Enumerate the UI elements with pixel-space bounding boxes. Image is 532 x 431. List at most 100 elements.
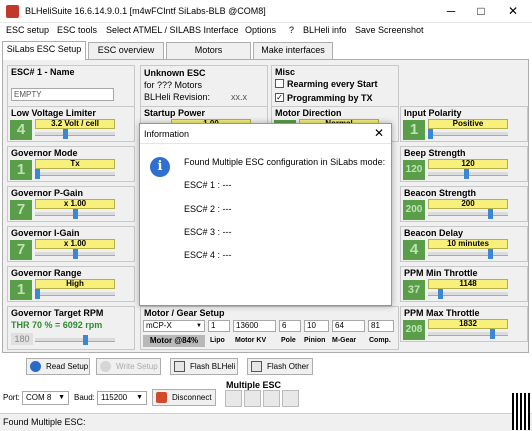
menu-options[interactable]: Options xyxy=(245,25,276,35)
slider-thumb[interactable] xyxy=(438,289,443,299)
beep-strength-slider[interactable] xyxy=(428,169,508,179)
status-bar: Found Multiple ESC: xyxy=(0,393,532,431)
tab-silabs-esc-setup[interactable]: SiLabs ESC Setup xyxy=(2,41,86,60)
menu-esc-setup[interactable]: ESC setup xyxy=(6,25,49,35)
read-icon xyxy=(30,361,41,372)
esc-name-input[interactable]: EMPTY xyxy=(11,88,114,101)
programming-tx-label: Programming by TX xyxy=(287,93,373,103)
dialog-esc-line: ESC# 3 : --- xyxy=(184,227,232,237)
governor-mode-slider[interactable] xyxy=(35,169,115,179)
ppm-min-slider[interactable] xyxy=(428,289,508,299)
status-text: Found Multiple ESC: xyxy=(3,417,86,427)
esc-type: Unknown ESC xyxy=(144,68,206,78)
ppm-min-value: 1148 xyxy=(428,279,508,289)
read-setup-button[interactable]: Read Setup xyxy=(26,358,90,375)
flash-other-button[interactable]: Flash Other xyxy=(247,358,313,375)
disconnect-button[interactable]: Disconnect xyxy=(152,389,216,406)
menu-interface[interactable]: Select ATMEL / SILABS Interface xyxy=(106,25,239,35)
governor-range-panel: Governor Range 1 High xyxy=(7,266,135,302)
pole-input[interactable]: 6 xyxy=(279,320,301,332)
beacon-strength-index: 200 xyxy=(403,200,425,220)
tab-esc-overview[interactable]: ESC overview xyxy=(88,42,164,59)
esc-slot-1[interactable] xyxy=(225,390,242,407)
slider-thumb[interactable] xyxy=(73,249,78,259)
chevron-down-icon: ▼ xyxy=(58,394,65,401)
esc-slot-4[interactable] xyxy=(282,390,299,407)
menu-esc-tools[interactable]: ESC tools xyxy=(57,25,97,35)
esc-slot-3[interactable] xyxy=(263,390,280,407)
ppm-min-panel: PPM Min Throttle 37 1148 xyxy=(400,266,528,302)
slider-thumb[interactable] xyxy=(83,335,88,345)
comp-input[interactable]: 81 xyxy=(368,320,394,332)
ppm-max-value: 1832 xyxy=(428,319,508,329)
beacon-delay-index: 4 xyxy=(403,240,425,260)
baud-value: 115200 xyxy=(101,393,128,402)
governor-p-gain-slider[interactable] xyxy=(35,209,115,219)
governor-p-gain-label: Governor P-Gain xyxy=(11,188,84,198)
slider-thumb[interactable] xyxy=(488,249,493,259)
baud-select[interactable]: 115200 ▼ xyxy=(97,391,147,405)
disconnect-label: Disconnect xyxy=(172,393,212,402)
beep-strength-label: Beep Strength xyxy=(404,148,466,158)
pinion-input[interactable]: 10 xyxy=(304,320,329,332)
slider-thumb[interactable] xyxy=(35,289,40,299)
ppm-max-panel: PPM Max Throttle 208 1832 xyxy=(400,306,528,342)
low-voltage-index: 4 xyxy=(10,120,32,140)
multiple-esc-label: Multiple ESC xyxy=(226,380,282,390)
tab-motors[interactable]: Motors xyxy=(166,42,251,59)
slider-thumb[interactable] xyxy=(73,209,78,219)
lipo-label: Lipo xyxy=(210,337,225,344)
esc-motors: for ??? Motors xyxy=(144,80,203,90)
ppm-max-slider[interactable] xyxy=(428,329,508,339)
slider-thumb[interactable] xyxy=(35,169,40,179)
esc-name-label: ESC# 1 - Name xyxy=(11,67,75,77)
input-polarity-slider[interactable] xyxy=(428,129,508,139)
slider-thumb[interactable] xyxy=(490,329,495,339)
governor-mode-index: 1 xyxy=(10,160,32,180)
menu-blheli-info[interactable]: BLHeli info xyxy=(303,25,347,35)
flash-blheli-button[interactable]: Flash BLHeli xyxy=(170,358,238,375)
menu-bar: ESC setup ESC tools Select ATMEL / SILAB… xyxy=(0,23,532,39)
esc-slot-2[interactable] xyxy=(244,390,261,407)
motor-model-select[interactable]: mCP-X ▼ xyxy=(143,320,205,332)
lipo-input[interactable]: 1 xyxy=(208,320,230,332)
slider-thumb[interactable] xyxy=(428,129,433,139)
information-dialog: Information ✕ i Found Multiple ESC confi… xyxy=(139,123,392,306)
governor-i-gain-slider[interactable] xyxy=(35,249,115,259)
low-voltage-label: Low Voltage Limiter xyxy=(11,108,96,118)
governor-mode-panel: Governor Mode 1 Tx xyxy=(7,146,135,182)
menu-save-screenshot[interactable]: Save Screenshot xyxy=(355,25,424,35)
disconnect-icon xyxy=(156,392,167,403)
pinion-label: Pinion xyxy=(304,337,326,344)
rearming-checkbox[interactable] xyxy=(275,79,284,88)
mgear-input[interactable]: 64 xyxy=(332,320,365,332)
slider-thumb[interactable] xyxy=(464,169,469,179)
baud-label: Baud: xyxy=(74,393,95,402)
port-select[interactable]: COM 8 ▼ xyxy=(22,391,69,405)
write-icon xyxy=(100,361,111,372)
ppm-max-label: PPM Max Throttle xyxy=(404,308,480,318)
motor-kv-input[interactable]: 13600 xyxy=(233,320,276,332)
menu-help[interactable]: ? xyxy=(289,25,294,35)
slider-thumb[interactable] xyxy=(488,209,493,219)
governor-i-gain-index: 7 xyxy=(10,240,32,260)
write-setup-button[interactable]: Write Setup xyxy=(96,358,161,375)
low-voltage-slider[interactable] xyxy=(35,129,115,139)
port-row: Multiple ESC Port: COM 8 ▼ Baud: 115200 ▼ … xyxy=(0,380,532,413)
governor-p-gain-panel: Governor P-Gain 7 x 1.00 xyxy=(7,186,135,222)
governor-range-slider[interactable] xyxy=(35,289,115,299)
tab-make-interfaces[interactable]: Make interfaces xyxy=(253,42,333,59)
close-icon[interactable]: ✕ xyxy=(500,3,526,20)
slider-thumb[interactable] xyxy=(63,129,68,139)
beacon-strength-slider[interactable] xyxy=(428,209,508,219)
programming-tx-checkbox[interactable]: ✓ xyxy=(275,93,284,102)
beep-strength-value: 120 xyxy=(428,159,508,169)
minimize-icon[interactable]: ─ xyxy=(438,3,464,20)
maximize-icon[interactable]: □ xyxy=(468,3,494,20)
flash-icon xyxy=(174,361,185,372)
flash-icon xyxy=(251,361,262,372)
input-polarity-panel: Input Polarity 1 Positive xyxy=(400,106,528,142)
dialog-close-icon[interactable]: ✕ xyxy=(374,126,384,140)
beacon-delay-slider[interactable] xyxy=(428,249,508,259)
governor-target-slider[interactable] xyxy=(35,335,115,345)
